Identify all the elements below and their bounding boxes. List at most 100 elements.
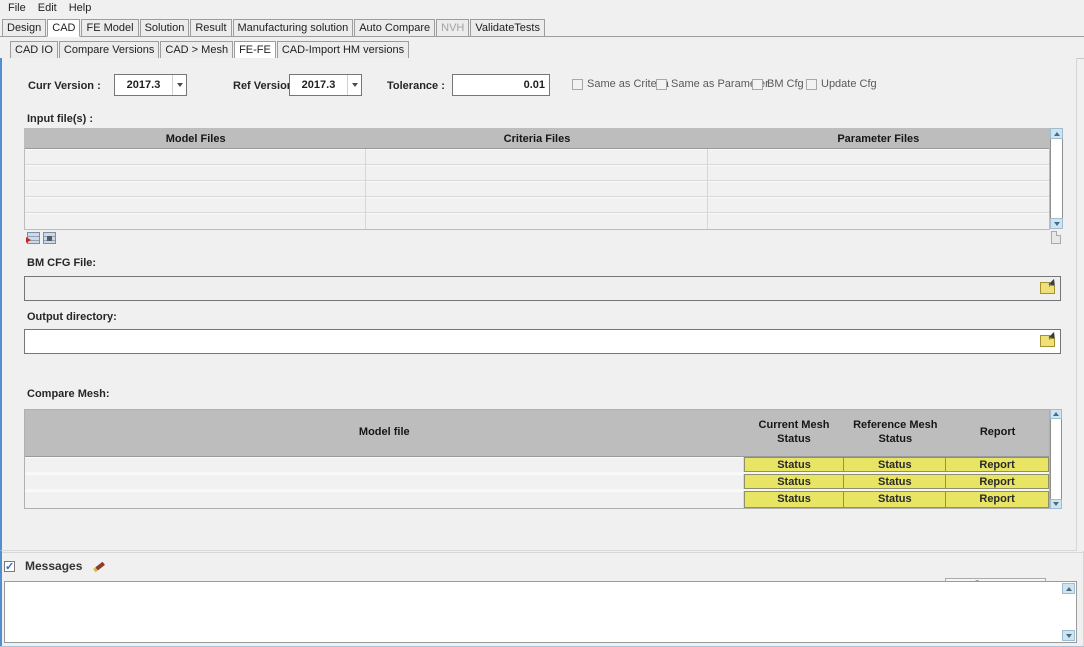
browse-folder-icon[interactable] [1040, 334, 1057, 348]
current-mesh-status-cell: Status [744, 474, 845, 489]
input-files-label: Input file(s) : [27, 113, 93, 125]
tab-result[interactable]: Result [190, 19, 231, 37]
reference-mesh-status-cell: Status [844, 457, 946, 472]
checkbox-icon [806, 79, 817, 90]
compare-mesh-scrollbar[interactable] [1050, 409, 1062, 509]
input-table-scrollbar[interactable] [1050, 128, 1063, 229]
tolerance-input[interactable]: 0.01 [452, 74, 550, 96]
reference-mesh-status-cell: Status [844, 474, 946, 489]
table-row: Status Status Report [25, 474, 1049, 491]
model-file-cell[interactable] [25, 491, 744, 508]
section-divider [0, 552, 1084, 553]
model-file-cell[interactable] [25, 457, 744, 472]
tab-validatetests[interactable]: ValidateTests [470, 19, 545, 37]
scroll-down-icon[interactable] [1062, 630, 1075, 641]
tab-fe-model[interactable]: FE Model [81, 19, 138, 37]
table-row[interactable] [25, 197, 1049, 213]
menu-help[interactable]: Help [63, 0, 98, 16]
bm-cfg-label: BM Cfg [767, 78, 804, 90]
messages-log-area[interactable] [4, 581, 1077, 643]
scroll-down-icon[interactable] [1050, 499, 1062, 509]
table-row: Status Status Report [25, 491, 1049, 508]
report-cell[interactable]: Report [946, 491, 1049, 508]
report-document-icon[interactable] [1051, 231, 1061, 244]
table-row[interactable] [25, 149, 1049, 165]
browse-folder-icon[interactable] [1040, 281, 1057, 295]
reference-mesh-status-cell: Status [844, 491, 946, 508]
column-header-parameter-files[interactable]: Parameter Files [708, 129, 1049, 148]
input-files-table-body [25, 149, 1049, 229]
input-files-table[interactable]: Model Files Criteria Files Parameter Fil… [24, 128, 1050, 230]
fe-fe-panel: Curr Version : 2017.3 Ref Version : 2017… [0, 58, 1077, 551]
subtab-cad-import-hm-versions[interactable]: CAD-Import HM versions [277, 41, 409, 59]
curr-version-label: Curr Version : [28, 80, 101, 92]
table-row: Status Status Report [25, 457, 1049, 474]
menu-bar: FileEditHelp [0, 0, 1084, 17]
bm-cfg-file-input[interactable] [24, 276, 1061, 301]
messages-scrollbar[interactable] [1062, 583, 1075, 641]
ref-version-dropdown[interactable]: 2017.3 [289, 74, 362, 96]
table-row[interactable] [25, 213, 1049, 229]
current-mesh-status-cell: Status [744, 457, 845, 472]
column-header-model-files[interactable]: Model Files [25, 129, 366, 148]
scroll-up-icon[interactable] [1062, 583, 1075, 594]
current-mesh-status-cell: Status [744, 491, 845, 508]
column-header-reference-mesh-status[interactable]: Reference Mesh Status [844, 410, 946, 456]
scroll-up-icon[interactable] [1050, 409, 1062, 419]
report-cell[interactable]: Report [946, 457, 1049, 472]
scrollbar-track[interactable] [1050, 139, 1063, 218]
compare-mesh-table-body: Status Status Report Status Status Repor… [25, 457, 1049, 508]
table-row[interactable] [25, 181, 1049, 197]
panel-left-border [0, 551, 2, 647]
column-header-report[interactable]: Report [946, 410, 1049, 456]
edit-pencil-icon[interactable] [92, 559, 108, 573]
checkbox-icon [752, 79, 763, 90]
output-directory-label: Output directory: [27, 311, 117, 323]
bm-cfg-file-label: BM CFG File: [27, 257, 96, 269]
subtab-fe-fe[interactable]: FE-FE [234, 41, 276, 59]
scroll-down-icon[interactable] [1050, 218, 1063, 229]
compare-mesh-label: Compare Mesh: [27, 388, 110, 400]
same-as-criteria-checkbox[interactable]: Same as Criteria [572, 78, 669, 90]
tolerance-label: Tolerance : [387, 80, 445, 92]
subtab-cad-mesh[interactable]: CAD > Mesh [160, 41, 233, 59]
messages-checkbox[interactable] [4, 561, 15, 572]
checkbox-icon [656, 79, 667, 90]
messages-label: Messages [25, 559, 82, 573]
checkbox-icon [572, 79, 583, 90]
tab-nvh[interactable]: NVH [436, 19, 469, 37]
column-header-criteria-files[interactable]: Criteria Files [366, 129, 707, 148]
curr-version-value: 2017.3 [115, 79, 172, 91]
messages-header: Messages [4, 559, 108, 573]
subtab-compare-versions[interactable]: Compare Versions [59, 41, 160, 59]
chevron-down-icon[interactable] [347, 75, 361, 95]
input-files-table-header: Model Files Criteria Files Parameter Fil… [25, 129, 1049, 149]
remove-input-files-icon[interactable] [43, 232, 56, 244]
tab-solution[interactable]: Solution [140, 19, 190, 37]
model-file-cell[interactable] [25, 474, 744, 489]
update-cfg-checkbox[interactable]: Update Cfg [806, 78, 877, 90]
column-header-current-mesh-status[interactable]: Current Mesh Status [744, 410, 845, 456]
compare-mesh-table[interactable]: Model file Current Mesh Status Reference… [24, 409, 1050, 509]
column-header-model-file[interactable]: Model file [25, 410, 744, 456]
tab-cad[interactable]: CAD [47, 19, 80, 37]
tab-design[interactable]: Design [2, 19, 46, 37]
scrollbar-track[interactable] [1050, 419, 1062, 499]
add-input-files-icon[interactable] [27, 232, 40, 244]
output-directory-input[interactable] [24, 329, 1061, 354]
subtab-cad-io[interactable]: CAD IO [10, 41, 58, 59]
tab-manufacturing-solution[interactable]: Manufacturing solution [233, 19, 354, 37]
ref-version-value: 2017.3 [290, 79, 347, 91]
table-row[interactable] [25, 165, 1049, 181]
main-tab-strip: DesignCADFE ModelSolutionResultManufactu… [0, 18, 1084, 37]
scroll-up-icon[interactable] [1050, 128, 1063, 139]
chevron-down-icon[interactable] [172, 75, 186, 95]
curr-version-dropdown[interactable]: 2017.3 [114, 74, 187, 96]
menu-edit[interactable]: Edit [32, 0, 63, 16]
menu-file[interactable]: File [2, 0, 32, 16]
report-cell[interactable]: Report [946, 474, 1049, 489]
tab-auto-compare[interactable]: Auto Compare [354, 19, 435, 37]
cad-sub-tab-strip: CAD IOCompare VersionsCAD > MeshFE-FECAD… [0, 40, 1084, 59]
bm-cfg-checkbox[interactable]: BM Cfg [752, 78, 804, 90]
scrollbar-track[interactable] [1062, 594, 1075, 630]
